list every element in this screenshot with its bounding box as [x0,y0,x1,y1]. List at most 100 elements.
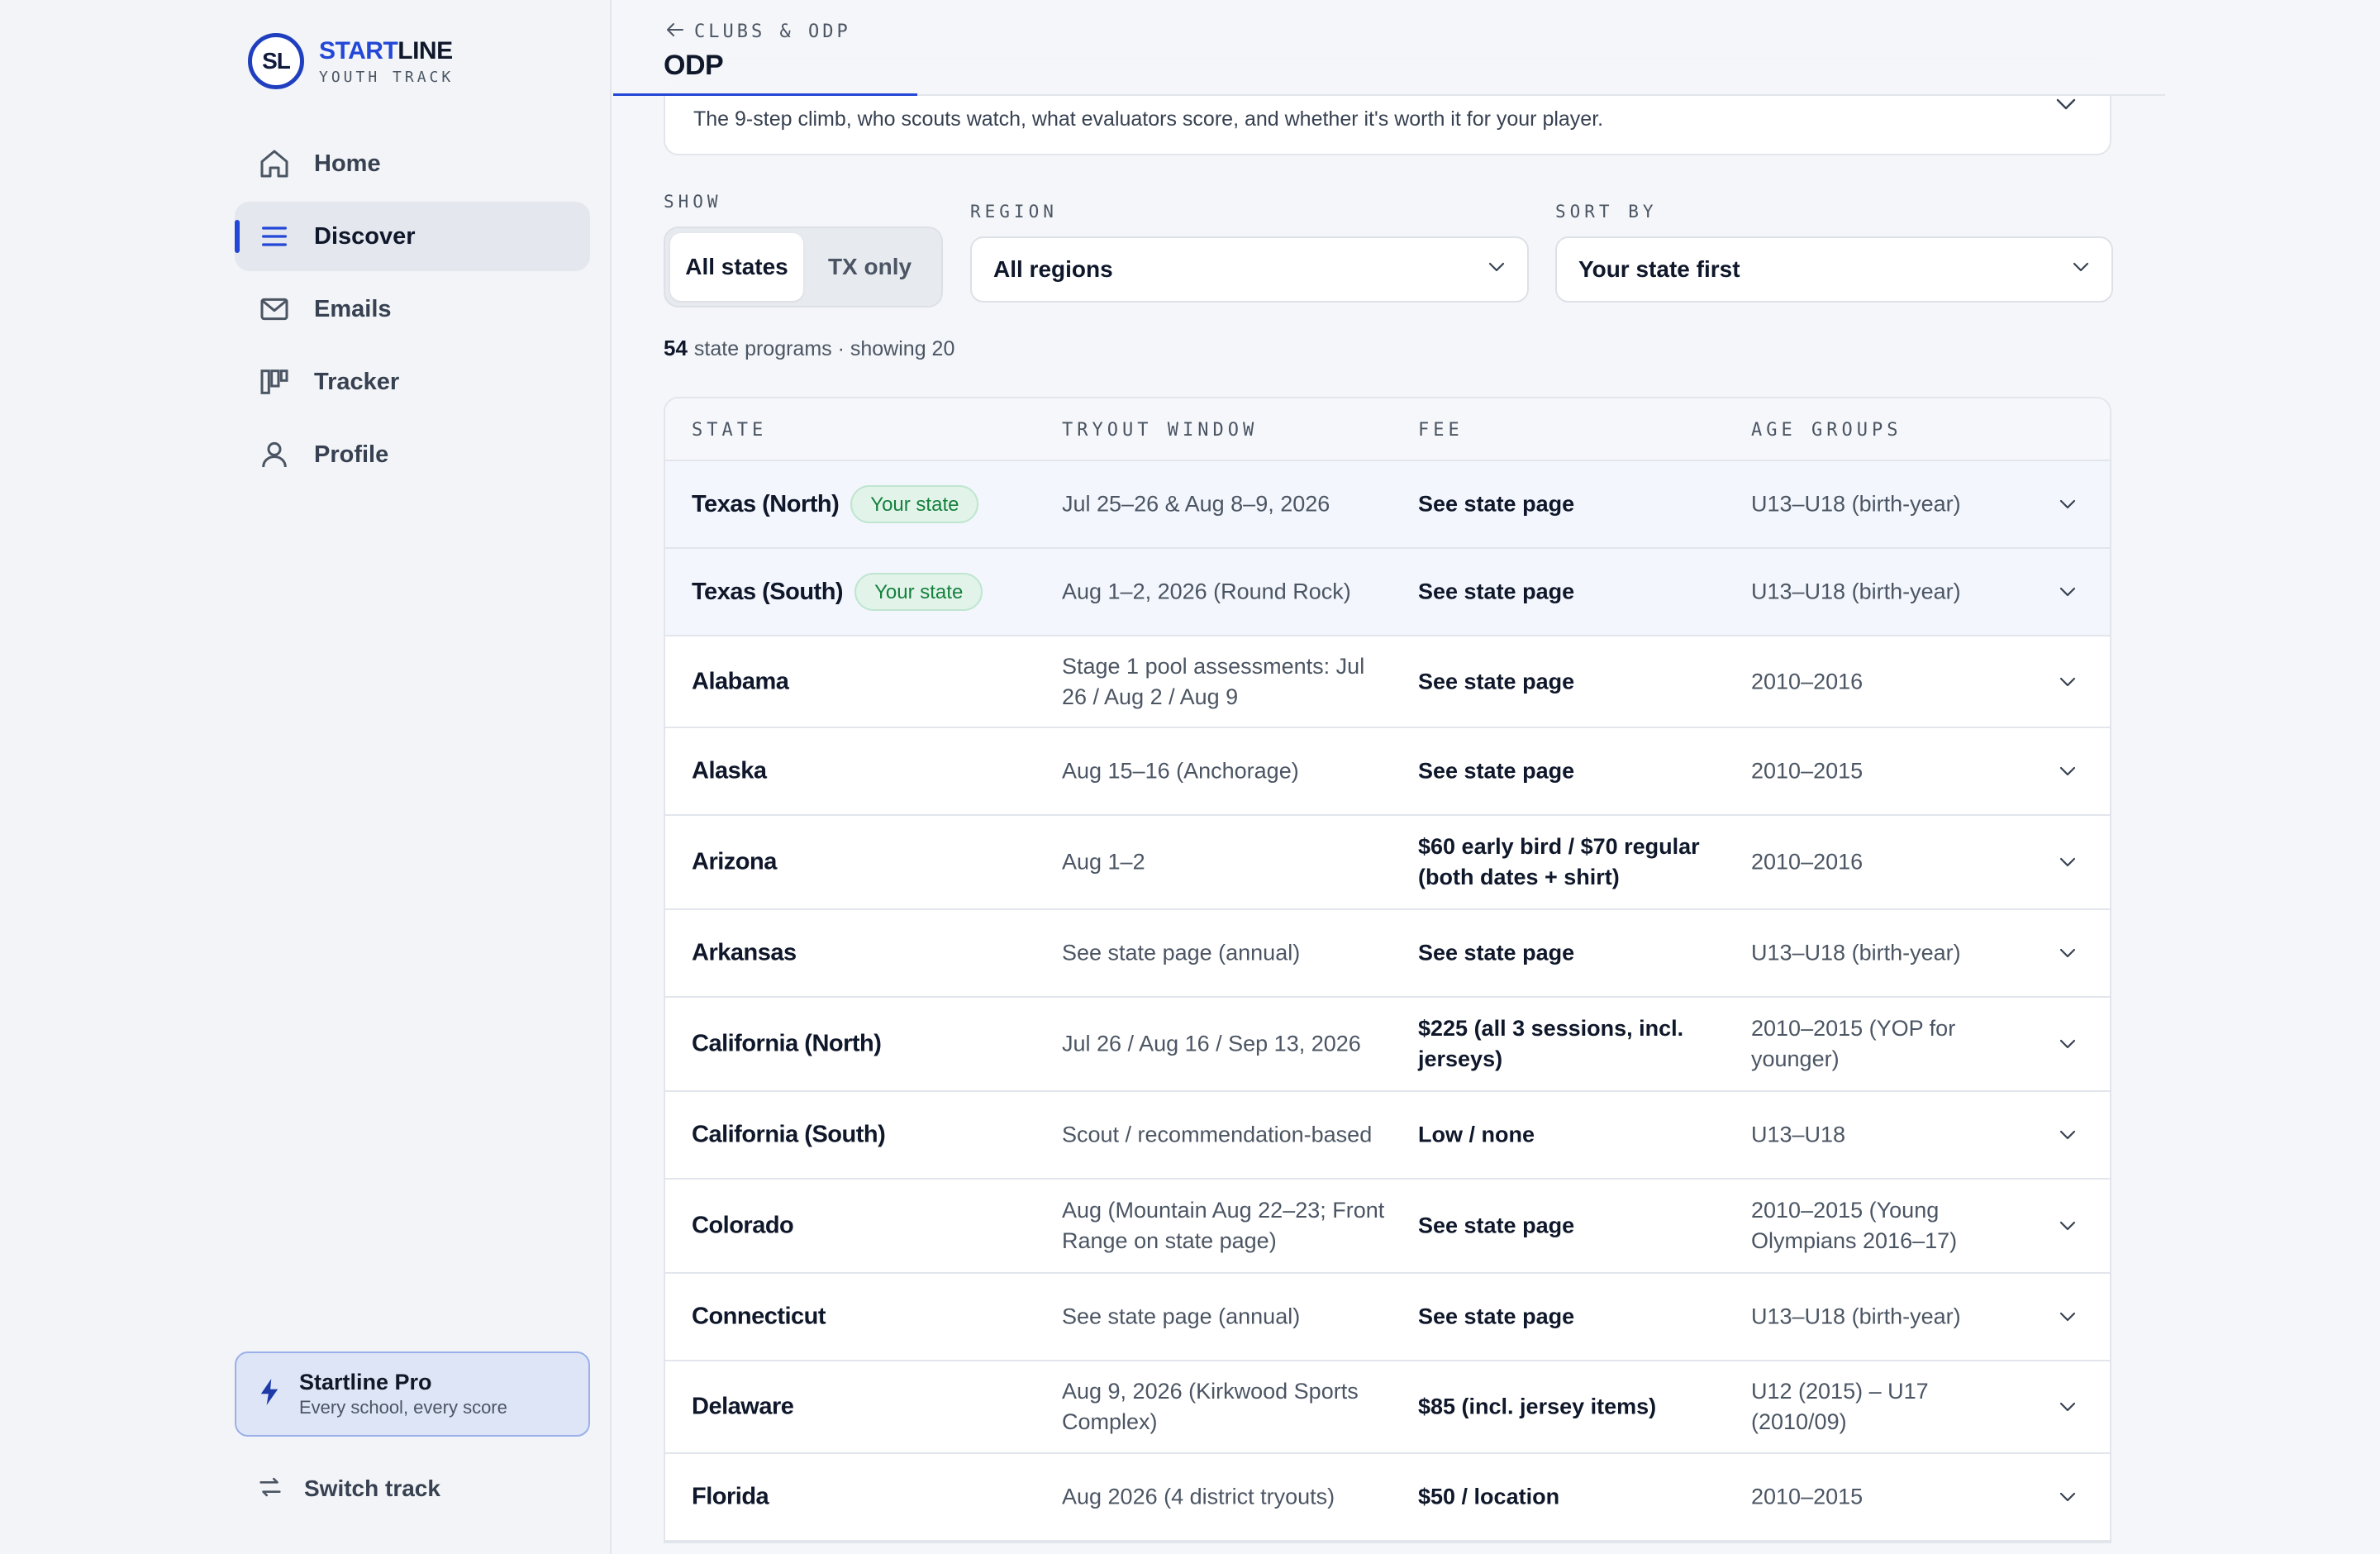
table-row[interactable]: Florida Aug 2026 (4 district tryouts) $50 … [665,1454,2110,1542]
table-row[interactable]: Alabama Stage 1 pool assessments: Jul 26 … [665,636,2110,728]
state-cell: Texas (North) Your state [692,485,979,523]
state-name: Alaska [692,757,767,784]
list-icon [256,218,293,255]
state-cell: Arkansas [692,938,797,969]
chevron-down-icon[interactable] [2059,1485,2082,1509]
results-count-number: 54 [664,336,688,360]
your-state-badge: Your state [854,573,983,611]
state-name: Arizona [692,848,777,875]
brand-subtitle: YOUTH TRACK [319,68,455,86]
fee-cell: See state page [1418,491,1575,517]
age-groups-cell: U13–U18 (birth-year) [1751,579,1961,604]
fee-cell: See state page [1418,758,1575,784]
your-state-badge: Your state [850,485,979,523]
chevron-down-icon [1488,261,1506,277]
fee-cell: See state page [1418,1304,1575,1329]
table-row[interactable]: Delaware Aug 9, 2026 (Kirkwood Sports Com… [665,1361,2110,1454]
lightning-icon [258,1378,281,1410]
table-row[interactable]: Arkansas See state page (annual) See state… [665,910,2110,998]
sidebar-item-emails[interactable]: Emails [235,274,590,344]
state-name: California (North) [692,1030,882,1057]
column-header-age-groups[interactable]: AGE GROUPS [1751,420,1902,441]
results-count: 54 state programs · showing 20 [664,336,954,361]
show-tx-only-button[interactable]: TX only [803,233,936,301]
state-cell: Alaska [692,756,767,787]
chevron-down-icon[interactable] [2059,670,2082,694]
pro-subtitle: Every school, every score [299,1397,507,1418]
arrow-left-icon [666,20,684,43]
brand-text: STARTLINE YOUTH TRACK [319,37,454,86]
tryout-window-cell: See state page (annual) [1062,940,1301,965]
age-groups-cell: 2010–2015 (Young Olympians 2016–17) [1751,1198,1958,1253]
table-row[interactable]: Alaska Aug 15–16 (Anchorage) See state pag… [665,728,2110,816]
sidebar-item-label: Emails [314,295,392,322]
table-row[interactable]: Connecticut See state page (annual) See st… [665,1274,2110,1361]
home-icon [256,145,293,182]
tryout-window-cell: Aug 2026 (4 district tryouts) [1062,1484,1335,1509]
table-row[interactable]: Arizona Aug 1–2 $60 early bird / $70 regul… [665,816,2110,910]
chevron-down-icon[interactable] [2059,1214,2082,1237]
tryout-window-cell: Scout / recommendation-based [1062,1122,1373,1147]
chevron-down-icon[interactable] [2059,1305,2082,1328]
brand[interactable]: SL STARTLINE YOUTH TRACK [248,33,454,89]
pro-upgrade-card[interactable]: Startline Pro Every school, every score [235,1351,590,1437]
age-groups-cell: U13–U18 (birth-year) [1751,940,1961,965]
age-groups-cell: U13–U18 (birth-year) [1751,491,1961,517]
column-header-fee[interactable]: FEE [1418,420,1464,441]
chevron-down-icon[interactable] [2059,760,2082,783]
sort-select[interactable]: Your state first [1555,236,2113,303]
age-groups-cell: U13–U18 [1751,1122,1846,1147]
state-name: California (South) [692,1121,886,1148]
swap-arrows-icon [256,1473,284,1505]
column-header-state[interactable]: STATE [692,420,767,441]
sidebar-item-label: Profile [314,441,389,468]
fee-cell: $60 early bird / $70 regular (both dates… [1418,834,1700,889]
show-all-states-button[interactable]: All states [670,233,803,301]
age-groups-cell: 2010–2015 (YOP for younger) [1751,1016,1956,1071]
back-link[interactable]: CLUBS & ODP [666,20,851,43]
chevron-down-icon[interactable] [2059,580,2082,603]
region-select[interactable]: All regions [970,236,1529,303]
fee-cell: $85 (incl. jersey items) [1418,1394,1657,1419]
fee-cell: $50 / location [1418,1484,1560,1509]
column-header-tryout-window[interactable]: TRYOUT WINDOW [1062,420,1258,441]
table-row[interactable]: California (South) Scout / recommendation… [665,1092,2110,1180]
chevron-down-icon[interactable] [2059,941,2082,965]
state-cell: Florida [692,1482,769,1513]
table-row[interactable]: Texas (North) Your state Jul 25–26 & Aug 8… [665,461,2110,549]
state-cell: Texas (South) Your state [692,573,983,611]
state-programs-table: STATE TRYOUT WINDOW FEE AGE GROUPS Texas… [664,397,2111,1543]
switch-track-button[interactable]: Switch track [235,1458,590,1519]
chevron-down-icon[interactable] [2059,493,2082,516]
state-cell: Alabama [692,666,789,697]
tryout-window-cell: Aug 9, 2026 (Kirkwood Sports Complex) [1062,1379,1359,1434]
sidebar-item-profile[interactable]: Profile [235,420,590,489]
table-row[interactable]: Colorado Aug (Mountain Aug 22–23; Front R… [665,1180,2110,1274]
chevron-down-icon [2055,98,2077,115]
state-name: Delaware [692,1393,794,1420]
how-card-description: The 9-step climb, who scouts watch, what… [693,107,1604,131]
sort-select-value: Your state first [1578,256,1740,282]
chevron-down-icon[interactable] [2059,1032,2082,1056]
state-name: Arkansas [692,939,797,966]
sidebar-item-label: Tracker [314,368,400,395]
state-name: Alabama [692,668,789,694]
state-name: Texas (North) [692,490,840,517]
chevron-down-icon[interactable] [2059,1123,2082,1146]
table-row[interactable]: Texas (South) Your state Aug 1–2, 2026 (Ro… [665,549,2110,636]
sidebar-item-tracker[interactable]: Tracker [235,347,590,417]
show-segmented-control: All states TX only [664,226,943,307]
fee-cell: Low / none [1418,1122,1535,1147]
sidebar-nav: Home Discover Emails Tracker Profile [235,129,590,493]
sidebar-item-discover[interactable]: Discover [235,202,590,271]
table-header: STATE TRYOUT WINDOW FEE AGE GROUPS [665,398,2110,461]
pro-title: Startline Pro [299,1370,432,1394]
sidebar-item-home[interactable]: Home [235,129,590,198]
age-groups-cell: U13–U18 (birth-year) [1751,1304,1961,1329]
age-groups-cell: 2010–2016 [1751,849,1864,875]
table-row[interactable]: California (North) Jul 26 / Aug 16 / Sep … [665,998,2110,1092]
chevron-down-icon[interactable] [2059,1395,2082,1418]
chevron-down-icon[interactable] [2059,851,2082,874]
kanban-icon [256,364,293,400]
state-cell: Arizona [692,847,777,878]
